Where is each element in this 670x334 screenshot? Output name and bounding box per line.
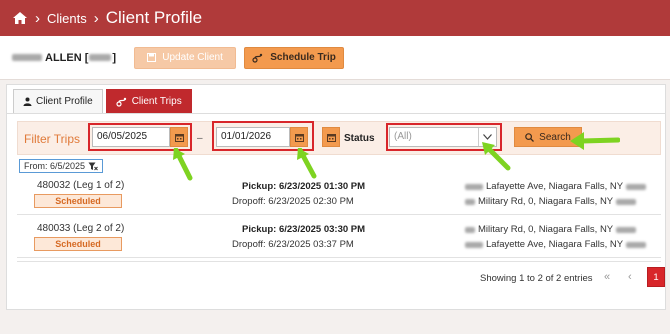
dropoff-address: Military Rd, 0, Niagara Falls, NY — [465, 196, 639, 207]
previous-page-button[interactable]: ‹ — [628, 271, 632, 283]
top-header: › Clients › Client Profile — [0, 0, 670, 36]
update-client-button[interactable]: Update Client — [134, 46, 237, 69]
filter-trips-label: Filter Trips — [24, 132, 81, 146]
dropoff-time: Dropoff: 6/23/2025 02:30 PM — [232, 196, 354, 207]
dropoff-address: Lafayette Ave, Niagara Falls, NY — [465, 239, 649, 250]
client-trips-panel: Client Profile Client Trips Filter Trips… — [6, 84, 666, 310]
page-1-button[interactable]: 1 — [647, 267, 665, 287]
pickup-time: Pickup: 6/23/2025 03:30 PM — [242, 224, 366, 235]
breadcrumb-clients[interactable]: Clients — [47, 11, 87, 26]
table-row[interactable]: 480032 (Leg 1 of 2) Scheduled Pickup: 6/… — [17, 173, 661, 215]
dropoff-time: Dropoff: 6/23/2025 03:37 PM — [232, 239, 354, 250]
active-filter-chip-label: From: 6/5/2025 — [24, 161, 86, 171]
calendar-icon — [326, 133, 336, 142]
tab-client-trips[interactable]: Client Trips — [105, 89, 192, 113]
redacted-street-number — [465, 198, 475, 205]
tab-client-profile-label: Client Profile — [36, 96, 93, 107]
clear-filter-icon — [88, 162, 98, 170]
update-client-label: Update Client — [162, 52, 223, 63]
redacted-first-name — [12, 54, 42, 61]
save-icon — [147, 53, 157, 62]
redacted-zip — [626, 183, 647, 190]
search-icon — [525, 132, 535, 142]
pickup-address: Lafayette Ave, Niagara Falls, NY — [465, 181, 649, 192]
annotation-arrow-search — [570, 132, 620, 150]
annotation-arrow-end-date — [297, 148, 317, 179]
end-date-calendar-button[interactable] — [290, 127, 308, 147]
breadcrumb-separator: › — [93, 9, 99, 27]
page-title: Client Profile — [105, 8, 203, 27]
redacted-street-number — [465, 183, 483, 190]
trip-id[interactable]: 480032 (Leg 1 of 2) — [37, 180, 124, 191]
pickup-time: Pickup: 6/23/2025 01:30 PM — [242, 181, 366, 192]
first-page-button[interactable]: « — [604, 271, 610, 283]
redacted-zip — [616, 198, 637, 205]
active-filter-chip[interactable]: From: 6/5/2025 — [19, 159, 104, 173]
filter-bar: Filter Trips 06/05/2025 – 01/01/2026 Sta… — [17, 121, 661, 155]
route-icon — [252, 53, 263, 63]
status-select-value: (All) — [394, 131, 412, 142]
annotation-arrow-status — [482, 142, 511, 171]
schedule-trip-button[interactable]: Schedule Trip — [244, 46, 345, 69]
calendar-icon — [294, 133, 304, 142]
dropoff-address-text: Lafayette Ave, Niagara Falls, NY — [486, 239, 624, 250]
table-row[interactable]: 480033 (Leg 2 of 2) Scheduled Pickup: 6/… — [17, 216, 661, 258]
end-date-input[interactable]: 01/01/2026 — [216, 127, 290, 147]
pickup-address: Military Rd, 0, Niagara Falls, NY — [465, 224, 639, 235]
pagination-info: Showing 1 to 2 of 2 entries — [480, 273, 593, 284]
client-name-text: ALLEN [ — [45, 51, 89, 64]
tab-divider — [7, 113, 665, 114]
redacted-zip — [626, 241, 647, 248]
pickup-address-text: Military Rd, 0, Niagara Falls, NY — [478, 224, 614, 235]
redacted-street-number — [465, 241, 483, 248]
user-icon — [23, 97, 32, 106]
start-date-calendar-button[interactable] — [170, 127, 188, 147]
extra-calendar-button[interactable] — [322, 127, 340, 147]
pickup-address-text: Lafayette Ave, Niagara Falls, NY — [486, 181, 624, 192]
pagination-divider — [17, 261, 661, 262]
calendar-icon — [174, 133, 184, 142]
route-icon — [116, 97, 126, 107]
search-button-label: Search — [539, 131, 571, 143]
redacted-client-id — [89, 54, 112, 61]
schedule-trip-label: Schedule Trip — [270, 52, 336, 63]
client-header: ALLEN [ ] Update Client Schedule Trip — [0, 36, 670, 80]
client-name: ALLEN [ ] — [12, 52, 116, 64]
dropoff-address-text: Military Rd, 0, Niagara Falls, NY — [478, 196, 614, 207]
breadcrumb-separator: › — [35, 9, 40, 27]
home-icon[interactable] — [12, 11, 28, 25]
date-range-separator: – — [197, 133, 203, 144]
tab-client-profile[interactable]: Client Profile — [13, 89, 103, 113]
trip-id[interactable]: 480033 (Leg 2 of 2) — [37, 223, 124, 234]
client-name-close: ] — [112, 51, 117, 64]
redacted-street-number — [465, 226, 475, 233]
pagination: Showing 1 to 2 of 2 entries « ‹ 1 — [17, 261, 665, 295]
status-badge: Scheduled — [34, 194, 122, 208]
start-date-input[interactable]: 06/05/2025 — [92, 127, 170, 147]
redacted-zip — [616, 226, 637, 233]
tab-bar: Client Profile Client Trips — [13, 89, 192, 113]
annotation-arrow-start-date — [173, 148, 193, 181]
tab-client-trips-label: Client Trips — [131, 96, 182, 107]
status-badge: Scheduled — [34, 237, 122, 251]
status-label: Status — [344, 133, 375, 144]
